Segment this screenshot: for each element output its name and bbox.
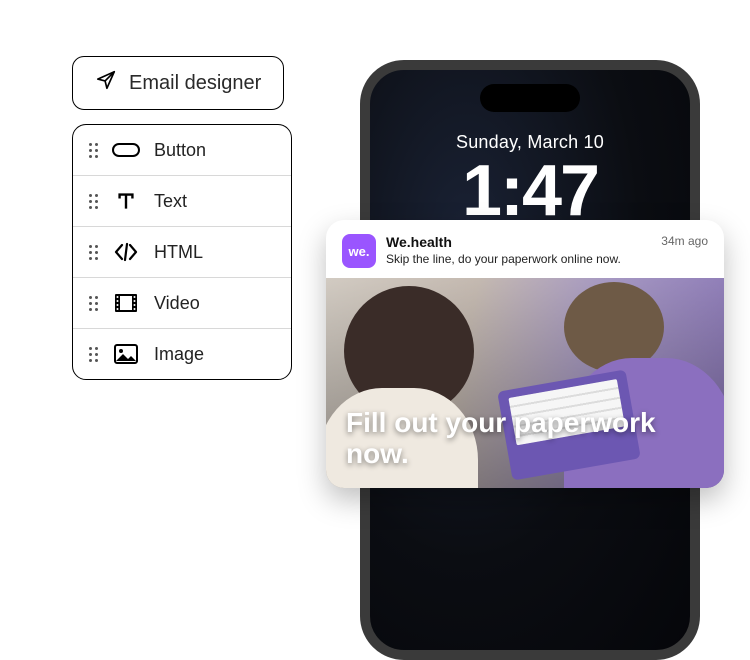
component-video[interactable]: Video bbox=[73, 278, 291, 329]
app-icon: we. bbox=[342, 234, 376, 268]
code-icon bbox=[112, 241, 140, 263]
image-icon bbox=[112, 343, 140, 365]
notification-overlay-text: Fill out your paperwork now. bbox=[346, 408, 704, 470]
component-label: Image bbox=[154, 344, 204, 365]
notification-body: Skip the line, do your paperwork online … bbox=[386, 252, 651, 266]
email-designer-label: Email designer bbox=[129, 72, 261, 95]
send-icon bbox=[95, 69, 117, 97]
drag-handle-icon[interactable] bbox=[89, 296, 98, 311]
notification-app-name: We.health bbox=[386, 234, 651, 250]
drag-handle-icon[interactable] bbox=[89, 347, 98, 362]
text-icon bbox=[112, 190, 140, 212]
push-notification[interactable]: we. We.health Skip the line, do your pap… bbox=[326, 220, 724, 488]
component-palette: Button Text HTML Video Image bbox=[72, 124, 292, 380]
component-label: Button bbox=[154, 140, 206, 161]
notification-image: Fill out your paperwork now. bbox=[326, 278, 724, 488]
phone-notch bbox=[480, 84, 580, 112]
drag-handle-icon[interactable] bbox=[89, 194, 98, 209]
component-button[interactable]: Button bbox=[73, 125, 291, 176]
component-label: Video bbox=[154, 293, 200, 314]
notification-meta: We.health Skip the line, do your paperwo… bbox=[386, 234, 651, 266]
button-icon bbox=[112, 139, 140, 161]
component-html[interactable]: HTML bbox=[73, 227, 291, 278]
drag-handle-icon[interactable] bbox=[89, 143, 98, 158]
lockscreen-date: Sunday, March 10 bbox=[370, 132, 690, 153]
component-label: Text bbox=[154, 191, 187, 212]
video-icon bbox=[112, 292, 140, 314]
email-designer-button[interactable]: Email designer bbox=[72, 56, 284, 110]
notification-header: we. We.health Skip the line, do your pap… bbox=[326, 220, 724, 278]
component-text[interactable]: Text bbox=[73, 176, 291, 227]
lockscreen-time: 1:47 bbox=[370, 155, 690, 227]
notification-time: 34m ago bbox=[661, 234, 708, 248]
lockscreen: Sunday, March 10 1:47 bbox=[370, 132, 690, 227]
app-icon-text: we. bbox=[349, 244, 370, 259]
drag-handle-icon[interactable] bbox=[89, 245, 98, 260]
component-image[interactable]: Image bbox=[73, 329, 291, 379]
component-label: HTML bbox=[154, 242, 203, 263]
